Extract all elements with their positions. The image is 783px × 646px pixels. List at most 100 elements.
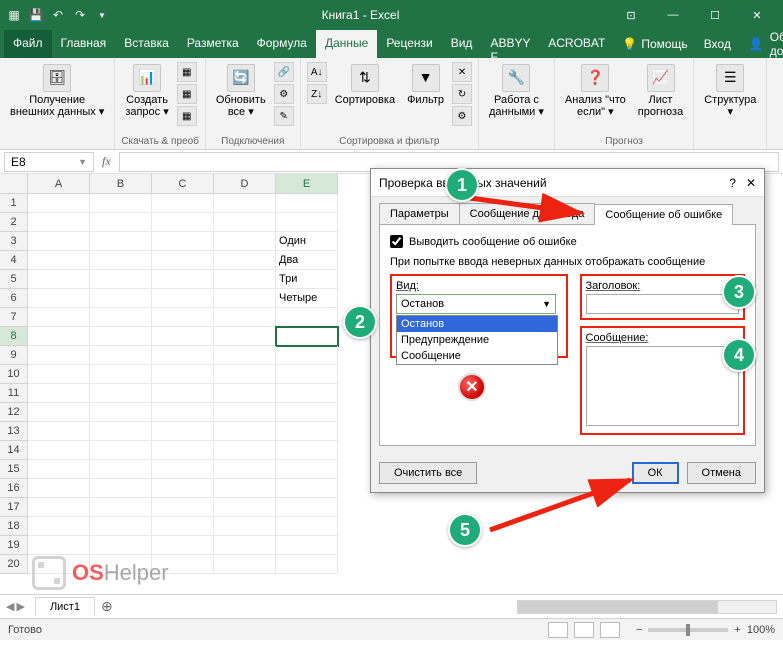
- cell[interactable]: Четыре: [276, 289, 338, 308]
- cell[interactable]: [28, 422, 90, 441]
- view-normal-button[interactable]: [548, 622, 568, 638]
- tab-review[interactable]: Рецензи: [377, 30, 441, 58]
- row-header[interactable]: 16: [0, 479, 28, 498]
- cancel-button[interactable]: Отмена: [687, 462, 756, 484]
- column-header[interactable]: E: [276, 174, 338, 194]
- row-header[interactable]: 10: [0, 365, 28, 384]
- minimize-button[interactable]: ―: [653, 3, 693, 27]
- row-header[interactable]: 3: [0, 232, 28, 251]
- cell[interactable]: [90, 536, 152, 555]
- chevron-down-icon[interactable]: ▼: [78, 157, 87, 167]
- cell[interactable]: [152, 289, 214, 308]
- dialog-tab-error-msg[interactable]: Сообщение об ошибке: [594, 204, 733, 225]
- cell[interactable]: [28, 327, 90, 346]
- option-stop[interactable]: Останов: [397, 316, 557, 332]
- sort-za-button[interactable]: Z↓: [307, 84, 327, 104]
- cell[interactable]: [214, 270, 276, 289]
- row-header[interactable]: 18: [0, 517, 28, 536]
- cell[interactable]: [152, 536, 214, 555]
- column-header[interactable]: B: [90, 174, 152, 194]
- column-header[interactable]: A: [28, 174, 90, 194]
- dialog-tab-input-msg[interactable]: Сообщение для ввода: [459, 203, 596, 224]
- row-header[interactable]: 15: [0, 460, 28, 479]
- dialog-help-button[interactable]: ?: [729, 176, 736, 190]
- tab-data[interactable]: Данные: [316, 30, 377, 58]
- cell[interactable]: [28, 441, 90, 460]
- sheet-tab[interactable]: Лист1: [35, 597, 95, 616]
- row-header[interactable]: 17: [0, 498, 28, 517]
- error-style-select[interactable]: Останов▼ Останов Предупреждение Сообщени…: [396, 294, 556, 314]
- column-header[interactable]: D: [214, 174, 276, 194]
- cell[interactable]: [214, 555, 276, 574]
- login-button[interactable]: Вход: [696, 30, 739, 58]
- cell[interactable]: [28, 517, 90, 536]
- column-header[interactable]: C: [152, 174, 214, 194]
- cell[interactable]: [152, 251, 214, 270]
- save-icon[interactable]: 💾: [28, 7, 44, 23]
- cell[interactable]: [28, 365, 90, 384]
- cell[interactable]: [152, 517, 214, 536]
- cell[interactable]: [214, 460, 276, 479]
- cell[interactable]: [214, 327, 276, 346]
- cell[interactable]: [152, 232, 214, 251]
- tab-view[interactable]: Вид: [442, 30, 482, 58]
- cell[interactable]: [214, 536, 276, 555]
- dialog-close-button[interactable]: ✕: [746, 176, 756, 190]
- tab-insert[interactable]: Вставка: [115, 30, 178, 58]
- forecast-button[interactable]: 📈Лист прогноза: [634, 62, 687, 120]
- share-button[interactable]: 👤Общий доступ: [739, 30, 783, 58]
- row-header[interactable]: 9: [0, 346, 28, 365]
- cell[interactable]: [152, 346, 214, 365]
- cell[interactable]: [214, 365, 276, 384]
- cell[interactable]: [152, 270, 214, 289]
- cell[interactable]: Два: [276, 251, 338, 270]
- cell[interactable]: [214, 403, 276, 422]
- cell[interactable]: [90, 289, 152, 308]
- data-tools-button[interactable]: 🔧Работа с данными ▾: [485, 62, 548, 120]
- refresh-all-button[interactable]: 🔄Обновить все ▾: [212, 62, 270, 120]
- cell[interactable]: [276, 460, 338, 479]
- cell[interactable]: [152, 403, 214, 422]
- row-header[interactable]: 2: [0, 213, 28, 232]
- dialog-tab-settings[interactable]: Параметры: [379, 203, 460, 224]
- row-header[interactable]: 5: [0, 270, 28, 289]
- redo-icon[interactable]: ↷: [72, 7, 88, 23]
- show-error-checkbox[interactable]: Выводить сообщение об ошибке: [390, 235, 745, 248]
- cell[interactable]: [90, 251, 152, 270]
- new-query-button[interactable]: 📊Создать запрос ▾: [121, 62, 172, 120]
- cell[interactable]: [28, 403, 90, 422]
- cell[interactable]: [90, 517, 152, 536]
- cell[interactable]: [90, 498, 152, 517]
- cell[interactable]: [214, 422, 276, 441]
- cell[interactable]: [214, 441, 276, 460]
- close-button[interactable]: ✕: [737, 3, 777, 27]
- reapply-button[interactable]: ↻: [452, 84, 472, 104]
- clear-filter-button[interactable]: ✕: [452, 62, 472, 82]
- option-warning[interactable]: Предупреждение: [397, 332, 557, 348]
- cell[interactable]: [152, 460, 214, 479]
- cell[interactable]: [276, 555, 338, 574]
- cell[interactable]: [276, 422, 338, 441]
- cell[interactable]: [276, 384, 338, 403]
- cell[interactable]: [214, 194, 276, 213]
- row-header[interactable]: 12: [0, 403, 28, 422]
- cell[interactable]: [90, 479, 152, 498]
- cell[interactable]: [276, 346, 338, 365]
- cell[interactable]: [28, 289, 90, 308]
- cell[interactable]: Один: [276, 232, 338, 251]
- sheet-nav-prev[interactable]: ◀: [6, 600, 14, 613]
- ok-button[interactable]: ОК: [632, 462, 679, 484]
- cell[interactable]: [214, 384, 276, 403]
- cell[interactable]: [28, 232, 90, 251]
- error-title-input[interactable]: [586, 294, 740, 314]
- cell[interactable]: [276, 365, 338, 384]
- new-sheet-button[interactable]: ⊕: [101, 598, 113, 615]
- row-header[interactable]: 14: [0, 441, 28, 460]
- select-all-corner[interactable]: [0, 174, 28, 194]
- tab-formula[interactable]: Формула: [248, 30, 316, 58]
- tab-layout[interactable]: Разметка: [178, 30, 248, 58]
- fx-icon[interactable]: fx: [94, 154, 119, 169]
- clear-all-button[interactable]: Очистить все: [379, 462, 477, 484]
- cell[interactable]: [152, 327, 214, 346]
- advanced-filter-button[interactable]: ⚙: [452, 106, 472, 126]
